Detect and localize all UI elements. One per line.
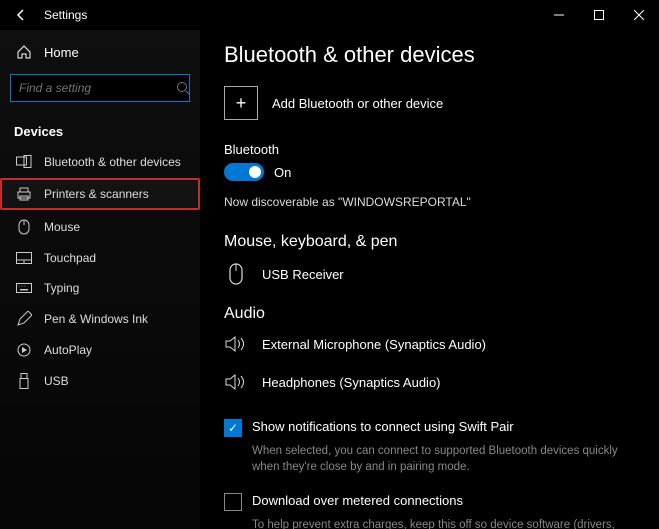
sidebar-item-label: Mouse [44,220,80,234]
metered-checkbox[interactable]: Download over metered connections [224,493,635,511]
metered-help: To help prevent extra charges, keep this… [252,517,635,529]
page-title: Bluetooth & other devices [224,42,635,68]
device-headphones[interactable]: Headphones (Synaptics Audio) [224,373,635,391]
touchpad-icon [16,252,32,264]
close-button[interactable] [619,0,659,30]
sidebar-item-touchpad[interactable]: Touchpad [0,243,200,273]
sidebar-item-autoplay[interactable]: AutoPlay [0,335,200,365]
keyboard-icon [16,283,32,293]
sidebar-item-mouse[interactable]: Mouse [0,211,200,243]
sidebar-item-typing[interactable]: Typing [0,273,200,303]
titlebar-left: Settings [12,6,87,24]
speaker-icon [224,373,248,391]
body: Home Devices Bluetooth & other devices [0,30,659,529]
sidebar-item-label: AutoPlay [44,343,92,357]
swift-pair-help: When selected, you can connect to suppor… [252,443,635,475]
sidebar-item-label: Printers & scanners [44,187,149,201]
speaker-icon [224,335,248,353]
usb-icon [16,373,32,389]
minimize-icon [554,10,564,20]
search-icon [176,81,190,95]
sidebar-item-bluetooth[interactable]: Bluetooth & other devices [0,147,200,177]
sidebar-section-label: Devices [0,110,200,147]
arrow-left-icon [14,8,28,22]
sidebar-item-printers[interactable]: Printers & scanners [0,178,200,210]
settings-window: Settings Home [0,0,659,529]
mouse-section-heading: Mouse, keyboard, & pen [224,233,635,251]
swift-pair-checkbox[interactable]: Show notifications to connect using Swif… [224,419,635,437]
toggle-state: On [274,165,291,180]
sidebar-item-usb[interactable]: USB [0,365,200,397]
bluetooth-toggle[interactable] [224,163,264,181]
mouse-icon [16,219,32,235]
autoplay-icon [16,343,32,357]
device-usb-receiver[interactable]: USB Receiver [224,263,635,285]
plus-icon: + [224,86,258,120]
sidebar-item-label: Typing [44,281,79,295]
checkbox-checked-icon [224,419,242,437]
sidebar-item-label: Touchpad [44,251,96,265]
sidebar-item-pen[interactable]: Pen & Windows Ink [0,303,200,335]
mouse-device-icon [224,263,248,285]
home-label: Home [44,45,79,60]
bluetooth-toggle-row: On [224,163,635,181]
sidebar-item-label: Bluetooth & other devices [44,155,181,169]
swift-pair-label: Show notifications to connect using Swif… [252,419,514,434]
add-device-button[interactable]: + Add Bluetooth or other device [224,86,635,120]
maximize-icon [594,10,604,20]
checkbox-unchecked-icon [224,493,242,511]
bluetooth-label: Bluetooth [224,142,635,157]
sidebar: Home Devices Bluetooth & other devices [0,30,200,529]
maximize-button[interactable] [579,0,619,30]
sidebar-item-label: Pen & Windows Ink [44,312,148,326]
device-label: Headphones (Synaptics Audio) [262,375,441,390]
home-icon [16,44,32,60]
back-button[interactable] [12,6,30,24]
device-label: External Microphone (Synaptics Audio) [262,337,486,352]
pen-icon [16,311,32,327]
audio-section-heading: Audio [224,305,635,323]
window-title: Settings [44,8,87,22]
titlebar: Settings [0,0,659,30]
search-wrap [0,66,200,110]
discoverable-text: Now discoverable as "WINDOWSREPORTAL" [224,195,635,209]
printer-icon [16,187,32,201]
devices-icon [16,155,32,169]
sidebar-item-label: USB [44,374,69,388]
home-link[interactable]: Home [0,38,200,66]
search-box[interactable] [10,74,190,102]
search-input[interactable] [19,81,176,95]
close-icon [634,10,644,20]
device-label: USB Receiver [262,267,344,282]
add-device-label: Add Bluetooth or other device [272,96,443,111]
window-controls [539,0,659,30]
device-external-mic[interactable]: External Microphone (Synaptics Audio) [224,335,635,353]
minimize-button[interactable] [539,0,579,30]
content: Bluetooth & other devices + Add Bluetoot… [200,30,659,529]
metered-label: Download over metered connections [252,493,463,508]
sidebar-nav: Bluetooth & other devices Printers & sca… [0,147,200,397]
